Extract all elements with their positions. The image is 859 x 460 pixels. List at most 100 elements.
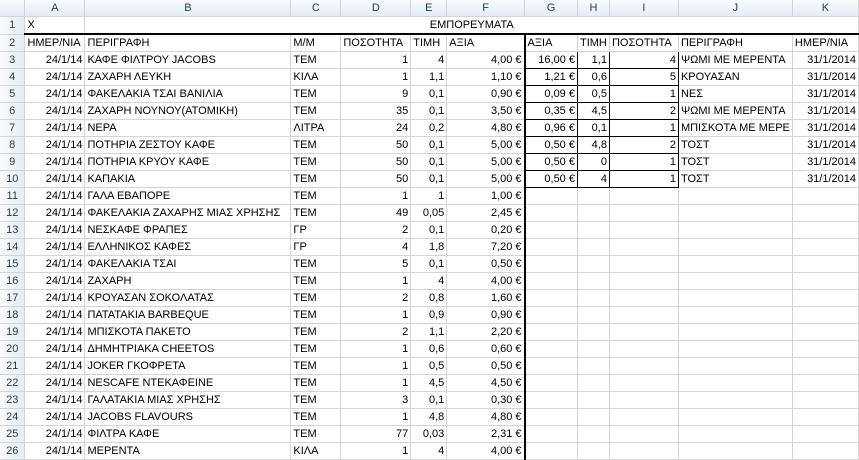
cell-h[interactable] — [577, 272, 610, 290]
cell-a[interactable]: 24/1/14 — [24, 289, 86, 307]
cell-f[interactable]: 1,00 € — [446, 187, 526, 205]
cell-a[interactable]: 24/1/14 — [24, 357, 86, 375]
cell-i[interactable]: 1 — [608, 85, 679, 103]
cell-k[interactable]: 31/1/2014 — [792, 136, 859, 154]
cell-i[interactable] — [609, 255, 679, 273]
cell-c[interactable]: ΤΕΜ — [290, 357, 342, 375]
cell-f[interactable]: 5,00 € — [446, 153, 526, 171]
header-date-right[interactable]: ΗΜΕΡ/ΝΙΑ — [792, 33, 859, 52]
row-header[interactable]: 23 — [0, 391, 26, 409]
cell-e[interactable]: 4,8 — [410, 408, 448, 426]
cell-i[interactable]: 5 — [608, 68, 679, 86]
cell-f[interactable]: 0,50 € — [446, 255, 526, 273]
cell-j[interactable] — [678, 221, 793, 239]
row-header[interactable]: 4 — [0, 68, 26, 86]
cell-b[interactable]: ΖΑΧΑΡΗ ΛΕΥΚΗ — [84, 68, 292, 86]
cell-h[interactable] — [577, 357, 610, 375]
cell-k[interactable] — [792, 442, 859, 460]
cell-j[interactable] — [678, 272, 793, 290]
row-header[interactable]: 20 — [0, 340, 26, 358]
cell-f[interactable]: 4,80 € — [446, 408, 526, 426]
cell-i[interactable] — [609, 374, 679, 392]
cell-h[interactable] — [577, 255, 610, 273]
cell-a[interactable]: 24/1/14 — [24, 408, 86, 426]
column-header-i[interactable]: I — [609, 0, 679, 17]
cell-k[interactable] — [792, 408, 859, 426]
cell-g[interactable]: 16,00 € — [524, 51, 578, 69]
cell-c[interactable]: ΤΕΜ — [290, 408, 342, 426]
cell-f[interactable]: 1,60 € — [446, 289, 526, 307]
cell-b[interactable]: ΦΑΚΕΛΑΚΙΑ ΖΑΧΑΡΗΣ ΜΙΑΣ ΧΡΗΣΗΣ — [84, 204, 292, 222]
cell-a[interactable]: 24/1/14 — [24, 68, 86, 86]
header-unit[interactable]: Μ/Μ — [290, 33, 342, 52]
cell-g[interactable]: 0,35 € — [524, 102, 578, 120]
row-header[interactable]: 12 — [0, 204, 26, 222]
cell-h[interactable]: 4 — [576, 170, 610, 188]
cell-c[interactable]: ΚΙΛΑ — [290, 442, 342, 460]
cell-k[interactable]: 31/1/2014 — [792, 51, 859, 69]
cell-b[interactable]: ΕΛΛΗΝΙΚΟΣ ΚΑΦΕΣ — [84, 238, 292, 256]
cell-c[interactable]: ΤΕΜ — [290, 272, 342, 290]
cell-b[interactable]: ΚΑΦΕ ΦΙΛΤΡΟΥ JACOBS — [84, 51, 292, 69]
cell-f[interactable]: 4,00 € — [446, 272, 526, 290]
header-description[interactable]: ΠΕΡΙΓΡΑΦΗ — [84, 33, 292, 52]
cell-i[interactable] — [609, 221, 679, 239]
cell-j[interactable] — [678, 374, 793, 392]
header-date[interactable]: ΗΜΕΡ/ΝΙΑ — [24, 33, 86, 52]
header-quantity-right[interactable]: ΠΟΣΟΤΗΤΑ — [609, 33, 679, 52]
cell-d[interactable]: 9 — [340, 85, 412, 103]
cell-f[interactable]: 0,30 € — [446, 391, 526, 409]
cell-j[interactable] — [678, 408, 793, 426]
cell-e[interactable]: 0,03 — [410, 425, 448, 443]
row-header[interactable]: 6 — [0, 102, 26, 120]
cell-e[interactable]: 1,1 — [410, 323, 448, 341]
cell-g[interactable] — [524, 442, 578, 460]
cell-e[interactable]: 0,2 — [410, 119, 448, 137]
cell-c[interactable]: ΤΕΜ — [290, 340, 342, 358]
cell-a[interactable]: 24/1/14 — [24, 119, 86, 137]
cell-h[interactable] — [577, 408, 610, 426]
cell-h[interactable] — [577, 391, 610, 409]
cell-k[interactable] — [792, 374, 859, 392]
cell-d[interactable]: 1 — [340, 374, 412, 392]
cell-d[interactable]: 1 — [340, 357, 412, 375]
cell-f[interactable]: 0,90 € — [446, 306, 526, 324]
cell-c[interactable]: ΤΕΜ — [290, 85, 342, 103]
cell-d[interactable]: 1 — [340, 442, 412, 460]
cell-j[interactable]: ΝΕΣ — [678, 85, 793, 103]
cell-g[interactable] — [524, 425, 578, 443]
cell-c[interactable]: ΤΕΜ — [290, 306, 342, 324]
cell-d[interactable]: 1 — [340, 187, 412, 205]
cell-a[interactable]: 24/1/14 — [24, 323, 86, 341]
cell-e[interactable]: 0,8 — [410, 289, 448, 307]
cell-j[interactable]: ΜΠΙΣΚΟΤΑ ΜΕ ΜΕΡΕ — [678, 119, 793, 137]
header-value-right[interactable]: ΑΞΙΑ — [524, 33, 578, 52]
cell-c[interactable]: ΛΙΤΡΑ — [290, 119, 342, 137]
cell-e[interactable]: 0,1 — [410, 391, 448, 409]
header-price-right[interactable]: ΤΙΜΗ — [577, 33, 610, 52]
cell-a[interactable]: 24/1/14 — [24, 238, 86, 256]
cell-d[interactable]: 50 — [340, 136, 412, 154]
row-header[interactable]: 5 — [0, 85, 26, 103]
cell-i[interactable] — [609, 204, 679, 222]
row-header[interactable]: 19 — [0, 323, 26, 341]
cell-d[interactable]: 2 — [340, 289, 412, 307]
row-header[interactable]: 2 — [0, 34, 26, 52]
column-header-h[interactable]: H — [577, 0, 610, 17]
cell-g[interactable] — [524, 306, 578, 324]
cell-j[interactable] — [678, 340, 793, 358]
cell-e[interactable]: 0,05 — [410, 204, 448, 222]
cell-f[interactable]: 1,10 € — [446, 68, 526, 86]
row-header[interactable]: 25 — [0, 425, 26, 443]
cell-g[interactable]: 0,50 € — [524, 153, 578, 171]
cell-g[interactable] — [524, 374, 578, 392]
cell-i[interactable] — [609, 306, 679, 324]
cell-g[interactable]: 0,50 € — [524, 170, 578, 188]
cell-a[interactable]: 24/1/14 — [24, 306, 86, 324]
row-header[interactable]: 8 — [0, 136, 26, 154]
cell-g[interactable]: 0,09 € — [524, 85, 578, 103]
cell-g[interactable] — [524, 289, 578, 307]
cell-k[interactable]: 31/1/2014 — [792, 102, 859, 120]
cell-h[interactable] — [577, 221, 610, 239]
cell-a[interactable]: 24/1/14 — [24, 204, 86, 222]
